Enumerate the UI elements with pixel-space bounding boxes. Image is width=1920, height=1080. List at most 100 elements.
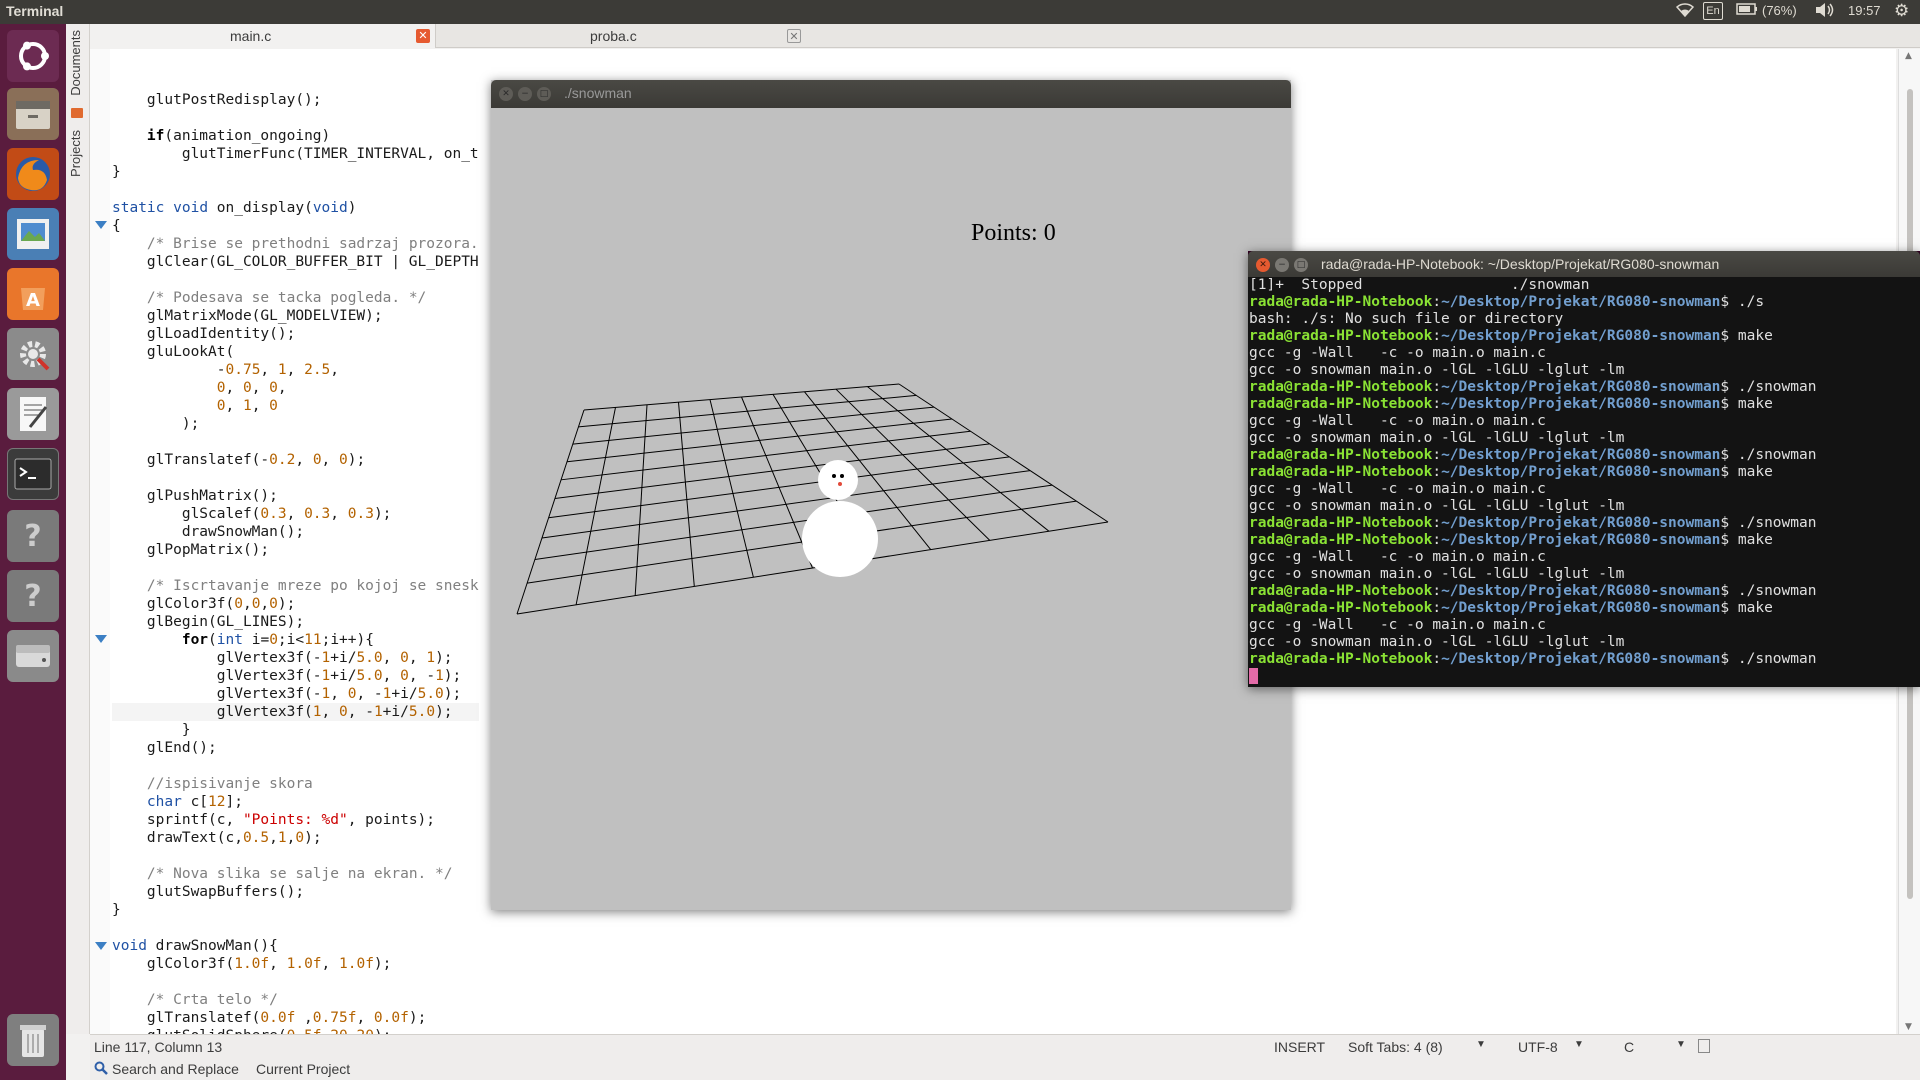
code-line[interactable]: drawSnowMan(); <box>112 523 479 541</box>
panel-toggle-icon[interactable] <box>1698 1039 1710 1053</box>
snowman-titlebar[interactable]: ✕ − □ ./snowman <box>491 80 1291 108</box>
chevron-down-icon[interactable]: ▼ <box>1476 1039 1486 1050</box>
code-line[interactable]: -0.75, 1, 2.5, <box>112 361 479 379</box>
code-line[interactable]: } <box>112 721 479 739</box>
code-line[interactable]: gluLookAt( <box>112 343 479 361</box>
code-line[interactable]: void drawSnowMan(){ <box>112 937 479 955</box>
code-line[interactable] <box>112 271 479 289</box>
code-line[interactable]: glPopMatrix(); <box>112 541 479 559</box>
code-line[interactable]: } <box>112 901 479 919</box>
code-line[interactable]: glVertex3f(-1+i/5.0, 0, 1); <box>112 649 479 667</box>
code-line[interactable]: glClear(GL_COLOR_BUFFER_BIT | GL_DEPTH <box>112 253 479 271</box>
gear-icon[interactable]: ⚙ <box>1894 1 1909 21</box>
chevron-down-icon[interactable]: ▼ <box>1676 1039 1686 1050</box>
fold-arrow-icon[interactable] <box>95 635 107 643</box>
code-line[interactable]: /* Podesava se tacka pogleda. */ <box>112 289 479 307</box>
search-replace-tab[interactable]: Search and Replace <box>112 1061 239 1077</box>
code-line[interactable]: glVertex3f(-1, 0, -1+i/5.0); <box>112 685 479 703</box>
ubuntu-dash-icon[interactable] <box>7 30 59 82</box>
close-icon[interactable]: ✕ <box>416 29 430 43</box>
code-line[interactable] <box>112 109 479 127</box>
code-line[interactable]: glBegin(GL_LINES); <box>112 613 479 631</box>
battery-icon[interactable] <box>1736 3 1758 18</box>
code-line[interactable]: for(int i=0;i<11;i++){ <box>112 631 479 649</box>
code-line[interactable] <box>112 973 479 991</box>
image-viewer-icon[interactable] <box>7 208 59 260</box>
tab-width-selector[interactable]: Soft Tabs: 4 (8) <box>1348 1039 1443 1055</box>
scroll-down-icon[interactable]: ▼ <box>1905 1022 1912 1032</box>
code-line[interactable]: glutTimerFunc(TIMER_INTERVAL, on_t <box>112 145 479 163</box>
minimize-button[interactable]: − <box>518 87 532 101</box>
disk-icon[interactable] <box>7 630 59 682</box>
code-line[interactable]: /* Crta telo */ <box>112 991 479 1009</box>
trash-icon[interactable] <box>7 1014 59 1066</box>
terminal-titlebar[interactable]: ✕ − □ rada@rada-HP-Notebook: ~/Desktop/P… <box>1248 251 1920 277</box>
snowman-scene[interactable] <box>491 108 1291 910</box>
code-line[interactable]: 0, 1, 0 <box>112 397 479 415</box>
software-center-icon[interactable]: A <box>7 268 59 320</box>
code-line[interactable]: sprintf(c, "Points: %d", points); <box>112 811 479 829</box>
code-text[interactable]: glutPostRedisplay(); if(animation_ongoin… <box>112 91 479 1034</box>
terminal-icon[interactable] <box>7 448 59 500</box>
code-line[interactable]: glColor3f(1.0f, 1.0f, 1.0f); <box>112 955 479 973</box>
unknown-app-icon[interactable]: ? <box>7 570 59 622</box>
code-line[interactable]: 0, 0, 0, <box>112 379 479 397</box>
code-line[interactable]: /* Nova slika se salje na ekran. */ <box>112 865 479 883</box>
code-line[interactable]: drawText(c,0.5,1,0); <box>112 829 479 847</box>
code-line[interactable] <box>112 469 479 487</box>
code-line[interactable]: char c[12]; <box>112 793 479 811</box>
code-line[interactable]: /* Iscrtavanje mreze po kojoj se snesk <box>112 577 479 595</box>
side-tab-projects[interactable]: Projects <box>68 130 83 177</box>
code-line[interactable]: glEnd(); <box>112 739 479 757</box>
close-button[interactable]: ✕ <box>1256 258 1270 272</box>
system-settings-icon[interactable] <box>7 328 59 380</box>
fold-arrow-icon[interactable] <box>95 942 107 950</box>
wifi-icon[interactable] <box>1675 3 1695 20</box>
code-line[interactable]: glVertex3f(1, 0, -1+i/5.0); <box>112 703 479 721</box>
clock[interactable]: 19:57 <box>1848 3 1881 18</box>
close-icon[interactable]: ✕ <box>787 29 801 43</box>
close-button[interactable]: ✕ <box>499 87 513 101</box>
code-line[interactable]: { <box>112 217 479 235</box>
battery-percent[interactable]: (76%) <box>1762 3 1797 18</box>
language-selector[interactable]: C <box>1624 1039 1634 1055</box>
tab-main-c[interactable]: main.c ✕ <box>90 24 436 48</box>
code-line[interactable]: glColor3f(0,0,0); <box>112 595 479 613</box>
code-line[interactable] <box>112 847 479 865</box>
code-line[interactable]: glPushMatrix(); <box>112 487 479 505</box>
code-line[interactable] <box>112 181 479 199</box>
code-line[interactable]: glTranslatef(0.0f ,0.75f, 0.0f); <box>112 1009 479 1027</box>
code-line[interactable] <box>112 919 479 937</box>
text-editor-icon[interactable] <box>7 388 59 440</box>
search-icon[interactable] <box>94 1061 108 1078</box>
code-line[interactable] <box>112 559 479 577</box>
code-line[interactable]: glMatrixMode(GL_MODELVIEW); <box>112 307 479 325</box>
maximize-button[interactable]: □ <box>1294 258 1308 272</box>
encoding-selector[interactable]: UTF-8 <box>1518 1039 1558 1055</box>
code-line[interactable]: glTranslatef(-0.2, 0, 0); <box>112 451 479 469</box>
code-line[interactable]: glutSwapBuffers(); <box>112 883 479 901</box>
firefox-icon[interactable] <box>7 148 59 200</box>
keyboard-layout-indicator[interactable]: En <box>1703 2 1723 20</box>
code-line[interactable]: glutPostRedisplay(); <box>112 91 479 109</box>
chevron-down-icon[interactable]: ▼ <box>1574 1039 1584 1050</box>
code-line[interactable]: glScalef(0.3, 0.3, 0.3); <box>112 505 479 523</box>
code-line[interactable]: glutSolidSphere(0.5f,20,20); <box>112 1027 479 1034</box>
terminal-output[interactable]: [1]+ Stopped ./snowman rada@rada-HP-Noteb… <box>1248 277 1920 687</box>
fold-arrow-icon[interactable] <box>95 221 107 229</box>
scroll-up-icon[interactable]: ▲ <box>1905 51 1912 61</box>
code-line[interactable]: glLoadIdentity(); <box>112 325 479 343</box>
side-tab-documents[interactable]: Documents <box>68 30 83 96</box>
volume-icon[interactable] <box>1815 3 1835 20</box>
files-icon[interactable] <box>7 88 59 140</box>
current-project-tab[interactable]: Current Project <box>256 1061 350 1077</box>
unknown-app-icon[interactable]: ? <box>7 510 59 562</box>
maximize-button[interactable]: □ <box>537 87 551 101</box>
code-line[interactable]: glVertex3f(-1+i/5.0, 0, -1); <box>112 667 479 685</box>
code-line[interactable]: ); <box>112 415 479 433</box>
code-line[interactable]: static void on_display(void) <box>112 199 479 217</box>
code-line[interactable]: //ispisivanje skora <box>112 775 479 793</box>
code-line[interactable]: if(animation_ongoing) <box>112 127 479 145</box>
tab-proba-c[interactable]: proba.c ✕ <box>437 24 809 48</box>
code-line[interactable] <box>112 757 479 775</box>
